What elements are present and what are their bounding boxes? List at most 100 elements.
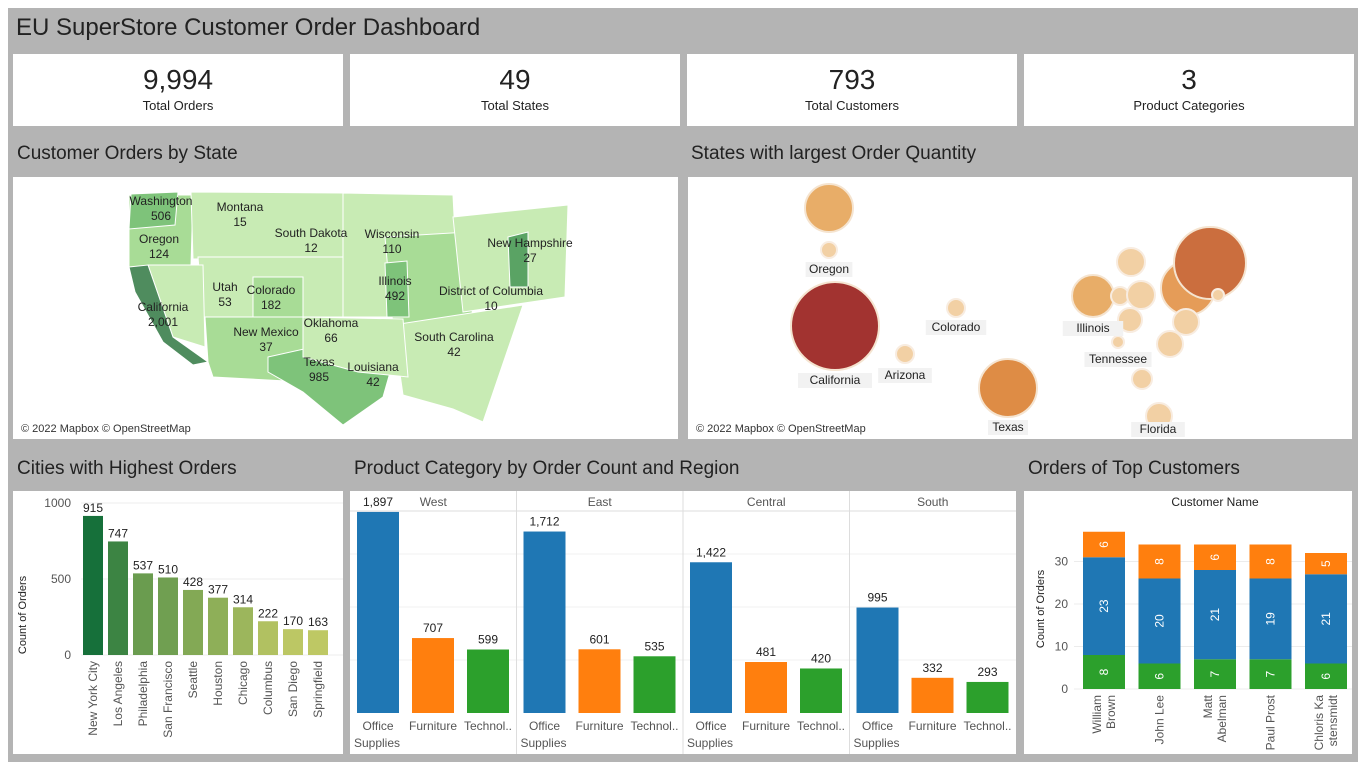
segment-value-label: 5: [1319, 560, 1333, 567]
x-tick-label: Columbus: [261, 661, 275, 715]
cities-chart-panel[interactable]: 0 500 1000 Count of Orders 915 New York City 7…: [13, 491, 343, 754]
kpi-label: Total Orders: [142, 98, 214, 113]
bar-value-label: 293: [977, 665, 997, 679]
category-bar[interactable]: [966, 681, 1009, 713]
segment-value-label: 6: [1097, 541, 1111, 548]
category-bar[interactable]: [357, 511, 399, 713]
bubble-section-title: States with largest Order Quantity: [691, 143, 977, 164]
bubble-label: California: [810, 373, 861, 387]
category-bar[interactable]: [800, 668, 842, 713]
state-map[interactable]: Washington506 Montana15 Oregon124 South Dak…: [13, 177, 678, 439]
map-state-value: 37: [259, 340, 273, 354]
segment-value-label: 6: [1319, 673, 1333, 680]
x-tick-label: Houston: [211, 661, 225, 706]
map-state-name: Montana: [217, 200, 264, 214]
bubble-colorado: [946, 298, 966, 318]
map-state-name: Illinois: [378, 274, 411, 288]
bar-value-label: 510: [158, 562, 178, 576]
category-bar[interactable]: [745, 662, 787, 713]
bar-value-label: 377: [208, 583, 228, 597]
bubble-illinois: [1071, 274, 1115, 318]
bubble-label: Texas: [992, 420, 1023, 434]
kpi-value: 49: [499, 64, 531, 95]
kpi-value: 3: [1181, 64, 1197, 95]
x-tick-label: Paul Prost: [1264, 694, 1278, 750]
bar-value-label: 537: [133, 558, 153, 572]
bubble-arizona: [895, 344, 915, 364]
bubble-map-panel[interactable]: Oregon Colorado California Arizona Illinois T…: [688, 177, 1352, 439]
state-map-panel[interactable]: Washington 506 Montana 15 Oregon 124 South Dak…: [13, 177, 678, 439]
x-tick-label: San Francisco: [161, 661, 175, 738]
x-tick-label: Seattle: [186, 661, 200, 699]
city-bar[interactable]: [208, 597, 228, 655]
map-region-southeast: [392, 304, 524, 423]
x-tick-label: Supplies: [354, 736, 400, 750]
category-chart-panel[interactable]: West 1,897 Office Supplies 707 Furniture 599 Te…: [350, 491, 1016, 754]
x-tick-label: San Diego: [286, 661, 300, 717]
bar-value-label: 599: [478, 633, 498, 647]
map-state-value: 53: [218, 295, 232, 309]
bubble-texas: [978, 358, 1038, 418]
city-bar[interactable]: [133, 573, 153, 655]
category-bar[interactable]: [690, 562, 732, 713]
bubble-label: Florida: [1140, 422, 1177, 436]
segment-value-label: 20: [1153, 614, 1167, 628]
city-bar[interactable]: [308, 630, 328, 655]
category-bar[interactable]: [578, 649, 621, 713]
bar-value-label: 420: [811, 651, 831, 665]
map-state-value: 42: [447, 345, 461, 359]
bubble-wisconsin: [1116, 247, 1146, 277]
x-tick-label: Matt: [1201, 694, 1215, 718]
cities-bar-chart[interactable]: 0 500 1000 Count of Orders 915 New York City 7…: [13, 491, 343, 754]
bubble-label: Oregon: [809, 262, 849, 276]
category-bar[interactable]: [633, 656, 676, 713]
bubble-label: Tennessee: [1089, 352, 1147, 366]
category-bar[interactable]: [523, 531, 566, 713]
x-tick-label: William: [1090, 695, 1104, 734]
map-state-name: South Carolina: [414, 330, 494, 344]
bar-value-label: 535: [644, 639, 664, 653]
x-tick-label: Springfield: [311, 661, 325, 718]
category-bar[interactable]: [911, 677, 954, 713]
city-bar[interactable]: [233, 607, 253, 655]
x-tick-label: stensmidt: [1326, 694, 1340, 746]
category-bar[interactable]: [856, 607, 899, 713]
category-bar[interactable]: [467, 649, 509, 713]
map-state-name: New Mexico: [233, 325, 299, 339]
city-bar[interactable]: [158, 577, 178, 655]
segment-value-label: 8: [1097, 668, 1111, 675]
kpi-label: Total States: [481, 98, 549, 113]
x-tick-label: Los Angeles: [111, 661, 125, 726]
map-state-value: 985: [309, 370, 329, 384]
bubble-oregon: [820, 241, 838, 259]
bar-value-label: 1,897: [363, 495, 393, 509]
bar-value-label: 222: [258, 606, 278, 620]
bubble-indiana: [1126, 280, 1156, 310]
kpi-total-states: 49 Total States: [350, 54, 680, 126]
bubble-map[interactable]: Oregon Colorado California Arizona Illinois T…: [688, 177, 1352, 439]
customers-stacked-chart[interactable]: Customer Name 0 10 20 30 Count of Orders 8 23 6 W…: [1024, 491, 1352, 754]
city-bar[interactable]: [183, 589, 203, 655]
category-bar-chart[interactable]: West 1,897 Office Supplies 707 Furniture 599 Te…: [350, 491, 1016, 754]
map-state-value: 182: [261, 298, 281, 312]
customers-chart-panel[interactable]: Customer Name 0 10 20 30 Count of Orders 8 23 6 W…: [1024, 491, 1352, 754]
city-bar[interactable]: [83, 515, 103, 655]
map-state-name: District of Columbia: [439, 284, 543, 298]
bubble-kentucky: [1111, 335, 1125, 349]
bubble-washington: [804, 183, 854, 233]
dashboard: EU SuperStore Customer Order Dashboard 9…: [8, 8, 1358, 762]
segment-value-label: 19: [1264, 612, 1278, 626]
x-axis-title: Customer Name: [1171, 495, 1259, 509]
y-axis-title: Count of Orders: [17, 575, 29, 654]
map-state-value: 506: [151, 209, 171, 223]
city-bar[interactable]: [283, 629, 303, 655]
city-bar[interactable]: [108, 541, 128, 655]
customers-section-title: Orders of Top Customers: [1028, 458, 1240, 479]
category-bar[interactable]: [412, 638, 454, 713]
x-tick-label: Technol..: [630, 719, 678, 733]
category-section-title: Product Category by Order Count and Regi…: [354, 458, 740, 479]
map-state-name: California: [138, 300, 189, 314]
city-bar[interactable]: [258, 621, 278, 655]
x-tick-label: Supplies: [687, 736, 733, 750]
segment-value-label: 8: [1153, 558, 1167, 565]
